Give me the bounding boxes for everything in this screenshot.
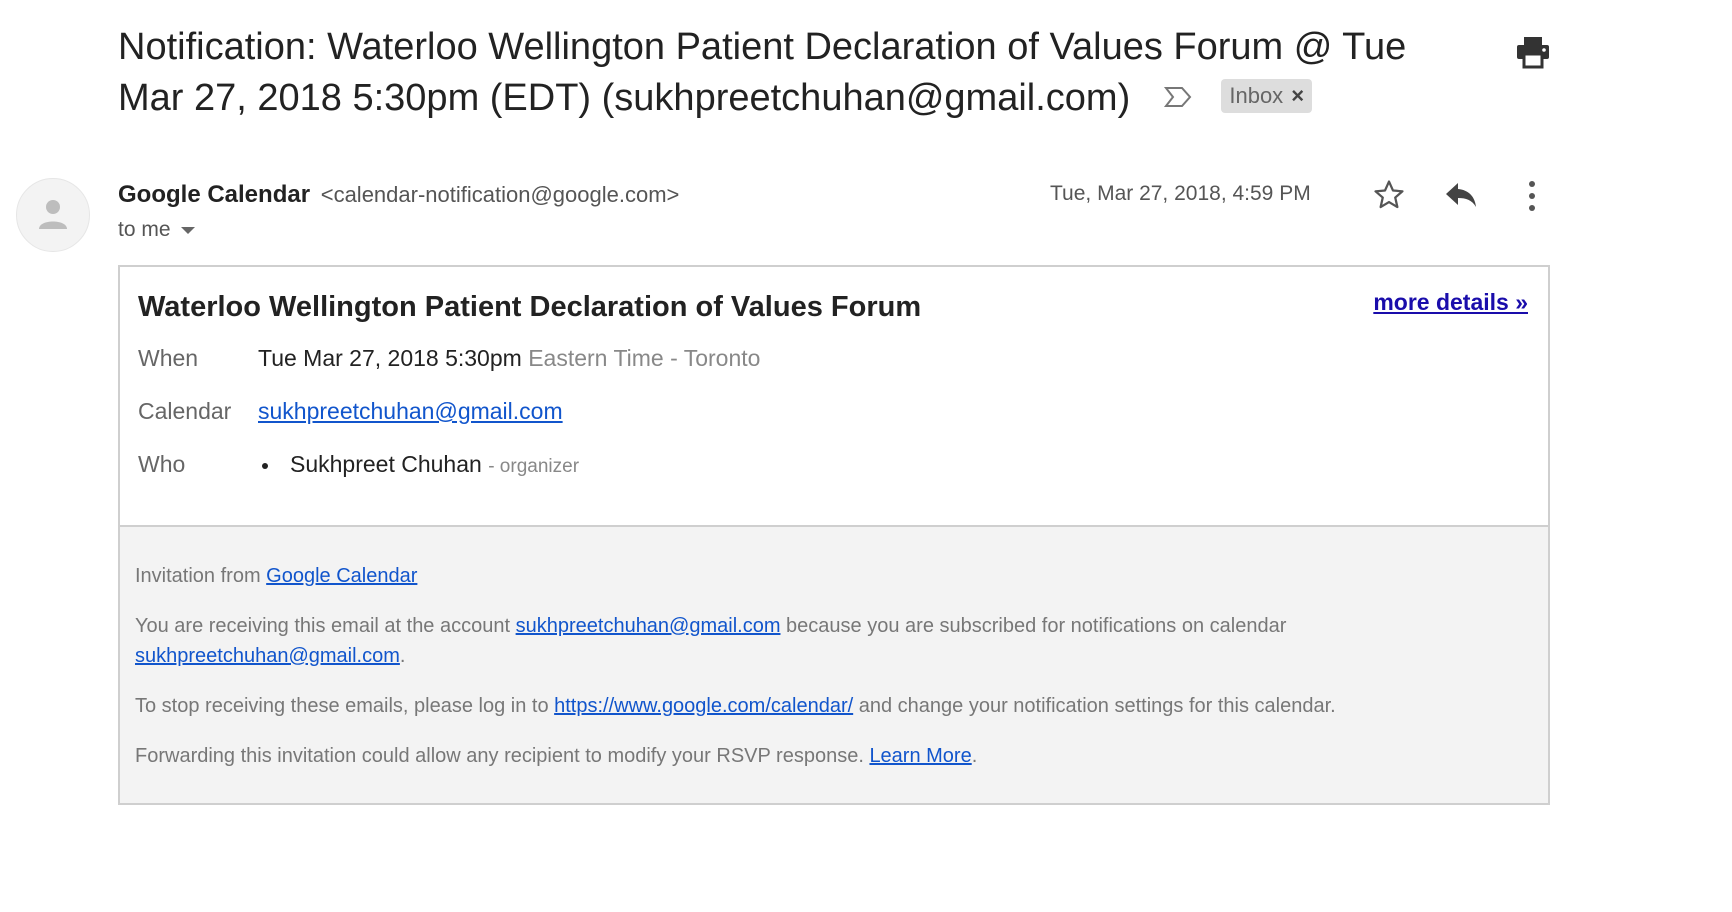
star-icon[interactable] [1372, 178, 1406, 217]
attendee-role: - organizer [488, 456, 580, 477]
reply-icon[interactable] [1444, 180, 1478, 215]
print-icon[interactable] [1515, 35, 1551, 69]
learn-more-link[interactable]: Learn More [869, 745, 971, 767]
sender-line: Google Calendar <calendar-notification@g… [118, 180, 679, 210]
inbox-label-chip: Inbox × [1221, 78, 1313, 113]
calendar-email-link[interactable]: sukhpreetchuhan@gmail.com [258, 398, 563, 424]
important-marker-icon[interactable] [1163, 71, 1193, 122]
subject-text: Notification: Waterloo Wellington Patien… [118, 26, 1407, 119]
email-subject: Notification: Waterloo Wellington Patien… [118, 22, 1458, 124]
more-details-link[interactable]: more details » [1373, 289, 1528, 316]
receiving-prefix: You are receiving this email at the acco… [135, 615, 516, 637]
invitation-from-line: Invitation from Google Calendar [135, 561, 1515, 591]
calendar-email-link-footer[interactable]: sukhpreetchuhan@gmail.com [135, 645, 400, 667]
when-label: When [138, 345, 199, 371]
sender-name[interactable]: Google Calendar [118, 181, 310, 208]
stop-receiving-notice: To stop receiving these emails, please l… [135, 691, 1515, 721]
remove-label-button[interactable]: × [1291, 83, 1304, 108]
bullet-icon [262, 462, 268, 469]
inbox-label-text: Inbox [1229, 82, 1284, 108]
calendar-settings-link[interactable]: https://www.google.com/calendar/ [554, 695, 853, 717]
forward-suffix: . [971, 745, 978, 767]
avatar [16, 178, 90, 252]
receiving-notice: You are receiving this email at the acco… [135, 611, 1515, 671]
account-email-link[interactable]: sukhpreetchuhan@gmail.com [516, 615, 781, 637]
who-label: Who [138, 451, 186, 477]
event-title: Waterloo Wellington Patient Declaration … [138, 291, 922, 323]
forward-prefix: Forwarding this invitation could allow a… [135, 745, 870, 767]
receiving-suffix: . [399, 645, 406, 667]
person-icon [39, 200, 67, 229]
more-vertical-icon[interactable] [1520, 180, 1544, 217]
event-details: Waterloo Wellington Patient Declaration … [120, 267, 1548, 527]
email-date: Tue, Mar 27, 2018, 4:59 PM [1050, 182, 1311, 205]
forwarding-notice: Forwarding this invitation could allow a… [135, 741, 1515, 771]
when-value: Tue Mar 27, 2018 5:30pm Eastern Time - T… [258, 345, 760, 372]
when-timezone: Eastern Time - Toronto [528, 345, 761, 371]
attendee-name: Sukhpreet Chuhan [290, 451, 482, 477]
invitation-footer: Invitation from Google Calendar You are … [120, 527, 1548, 803]
invitation-from-text: Invitation from [135, 565, 267, 587]
recipient-text: to me [118, 218, 171, 241]
chevron-down-icon[interactable] [180, 226, 195, 234]
who-list: Sukhpreet Chuhan - organizer [258, 451, 579, 478]
when-datetime: Tue Mar 27, 2018 5:30pm [258, 345, 522, 371]
google-calendar-link[interactable]: Google Calendar [266, 565, 417, 587]
recipient-details-toggle[interactable]: to me [118, 218, 195, 242]
sender-address: <calendar-notification@google.com> [320, 182, 680, 207]
calendar-label: Calendar [138, 398, 232, 424]
stop-suffix: and change your notification settings fo… [853, 695, 1336, 717]
calendar-event-card: Waterloo Wellington Patient Declaration … [118, 265, 1550, 805]
calendar-value: sukhpreetchuhan@gmail.com [258, 398, 563, 425]
stop-prefix: To stop receiving these emails, please l… [135, 695, 555, 717]
receiving-middle: because you are subscribed for notificat… [780, 615, 1287, 637]
